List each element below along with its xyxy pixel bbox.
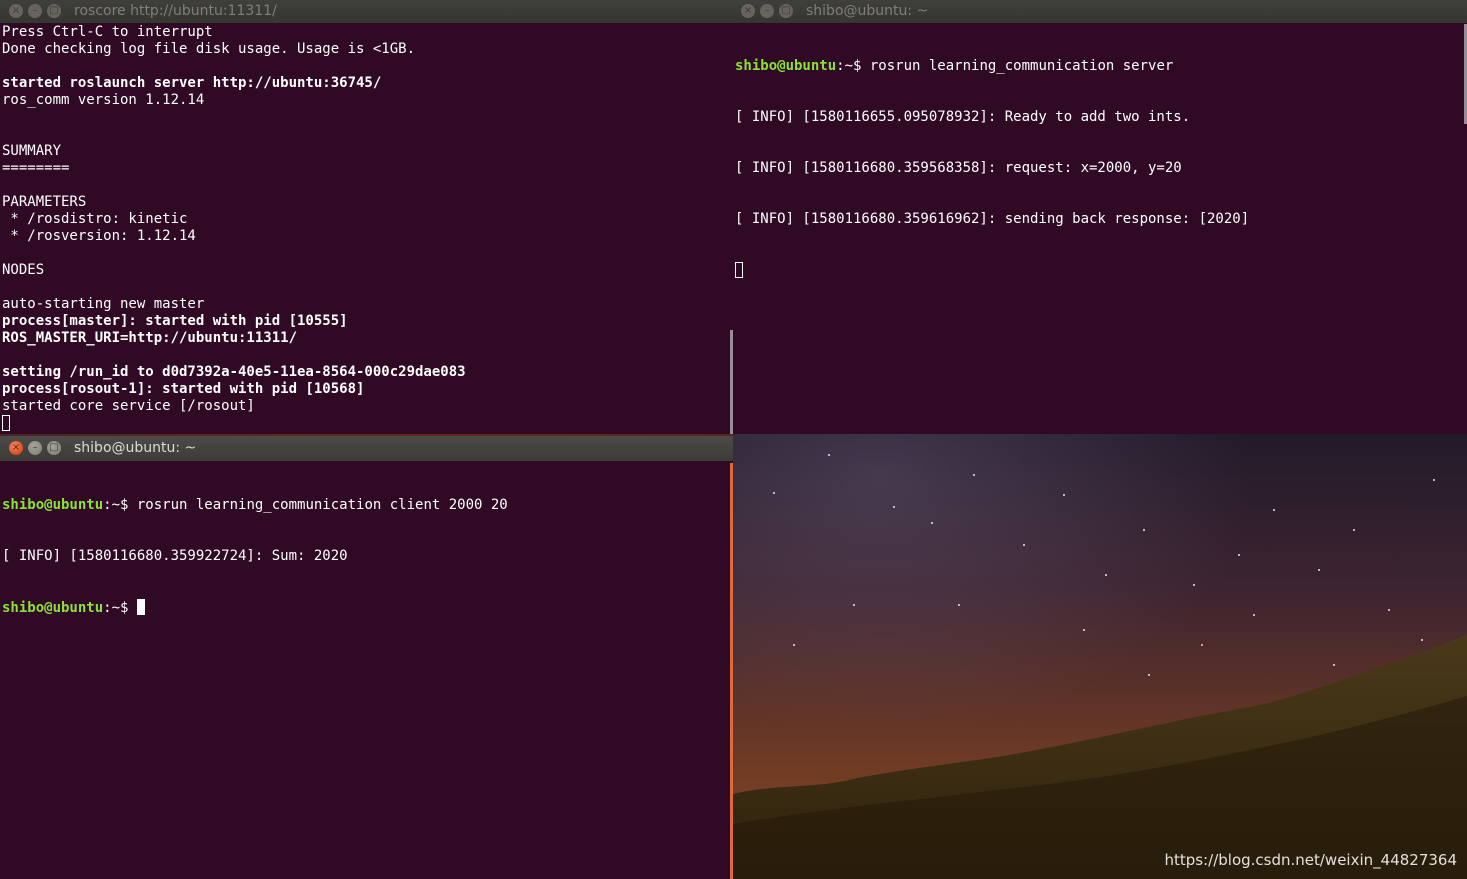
terminal-output-client[interactable]: shibo@ubuntu:~$ rosrun learning_communic… [2, 463, 733, 879]
output-line: Press Ctrl-C to interrupt [2, 24, 213, 40]
output-line: * /rosdistro: kinetic [2, 211, 188, 227]
terminal-window-roscore[interactable]: × – □ roscore http://ubuntu:11311/ Press… [0, 0, 733, 434]
maximize-button[interactable]: □ [779, 4, 793, 18]
maximize-button[interactable]: □ [47, 441, 61, 455]
prompt-user: shibo@ubuntu [735, 58, 837, 74]
output-line: ROS_MASTER_URI=http://ubuntu:11311/ [2, 330, 298, 346]
text-cursor [2, 415, 10, 431]
output-line: auto-starting new master [2, 296, 205, 312]
cursor-line [735, 262, 1467, 279]
output-line: process[master]: started with pid [10555… [2, 313, 348, 329]
output-line: [ INFO] [1580116680.359922724]: Sum: 202… [2, 548, 348, 564]
text-cursor [735, 262, 743, 278]
window-title: shibo@ubuntu: ~ [74, 440, 197, 456]
titlebar-roscore[interactable]: × – □ roscore http://ubuntu:11311/ [0, 0, 733, 23]
prompt-path: :~$ [836, 58, 870, 74]
output-line: started core service [/rosout] [2, 398, 255, 414]
close-button[interactable]: × [9, 441, 23, 455]
output-line: * /rosversion: 1.12.14 [2, 228, 196, 244]
minimize-button[interactable]: – [760, 4, 774, 18]
cursor-line [2, 415, 733, 432]
close-button[interactable]: × [741, 4, 755, 18]
output-line: Done checking log file disk usage. Usage… [2, 41, 416, 57]
terminal-window-client[interactable]: × – □ shibo@ubuntu: ~ shibo@ubuntu:~$ ro… [0, 436, 733, 879]
terminal-output-server[interactable]: shibo@ubuntu:~$ rosrun learning_communic… [735, 24, 1467, 434]
output-line: started roslaunch server http://ubuntu:3… [2, 75, 382, 91]
window-title: shibo@ubuntu: ~ [806, 3, 929, 19]
wallpaper-landscape [733, 634, 1467, 879]
prompt-path: :~$ [103, 600, 137, 616]
output-line: PARAMETERS [2, 194, 87, 210]
output-line: setting /run_id to d0d7392a-40e5-11ea-85… [2, 364, 466, 380]
terminal-window-server[interactable]: × – □ shibo@ubuntu: ~ shibo@ubuntu:~$ ro… [733, 0, 1467, 434]
terminal-output-roscore[interactable]: Press Ctrl-C to interrupt Done checking l… [2, 24, 733, 434]
minimize-button[interactable]: – [28, 441, 42, 455]
desktop: × – □ roscore http://ubuntu:11311/ Press… [0, 0, 1467, 879]
close-button[interactable]: × [9, 4, 23, 18]
command-text: rosrun learning_communication server [869, 58, 1174, 74]
active-prompt-line[interactable]: shibo@ubuntu:~$ [2, 599, 733, 616]
command-line: shibo@ubuntu:~$ rosrun learning_communic… [735, 58, 1467, 75]
maximize-button[interactable]: □ [47, 4, 61, 18]
output-line: process[rosout-1]: started with pid [105… [2, 381, 365, 397]
output-line: ros_comm version 1.12.14 [2, 92, 205, 108]
text-cursor [136, 599, 145, 615]
output-line: [ INFO] [1580116680.359616962]: sending … [735, 211, 1250, 227]
output-line: ======== [2, 160, 70, 176]
output-line: [ INFO] [1580116680.359568358]: request:… [735, 160, 1182, 176]
output-line: [ INFO] [1580116655.095078932]: Ready to… [735, 109, 1191, 125]
prompt-user: shibo@ubuntu [2, 600, 104, 616]
window-edge-highlight [730, 463, 733, 879]
minimize-button[interactable]: – [28, 4, 42, 18]
output-line: NODES [2, 262, 45, 278]
output-line: SUMMARY [2, 143, 62, 159]
window-title: roscore http://ubuntu:11311/ [74, 3, 277, 19]
prompt-path: :~$ [103, 497, 137, 513]
titlebar-client[interactable]: × – □ shibo@ubuntu: ~ [0, 436, 733, 461]
titlebar-server[interactable]: × – □ shibo@ubuntu: ~ [733, 0, 1467, 23]
command-line: shibo@ubuntu:~$ rosrun learning_communic… [2, 497, 733, 514]
desktop-wallpaper [733, 434, 1467, 879]
command-text: rosrun learning_communication client 200… [136, 497, 508, 513]
watermark: https://blog.csdn.net/weixin_44827364 [1164, 851, 1457, 869]
prompt-user: shibo@ubuntu [2, 497, 104, 513]
